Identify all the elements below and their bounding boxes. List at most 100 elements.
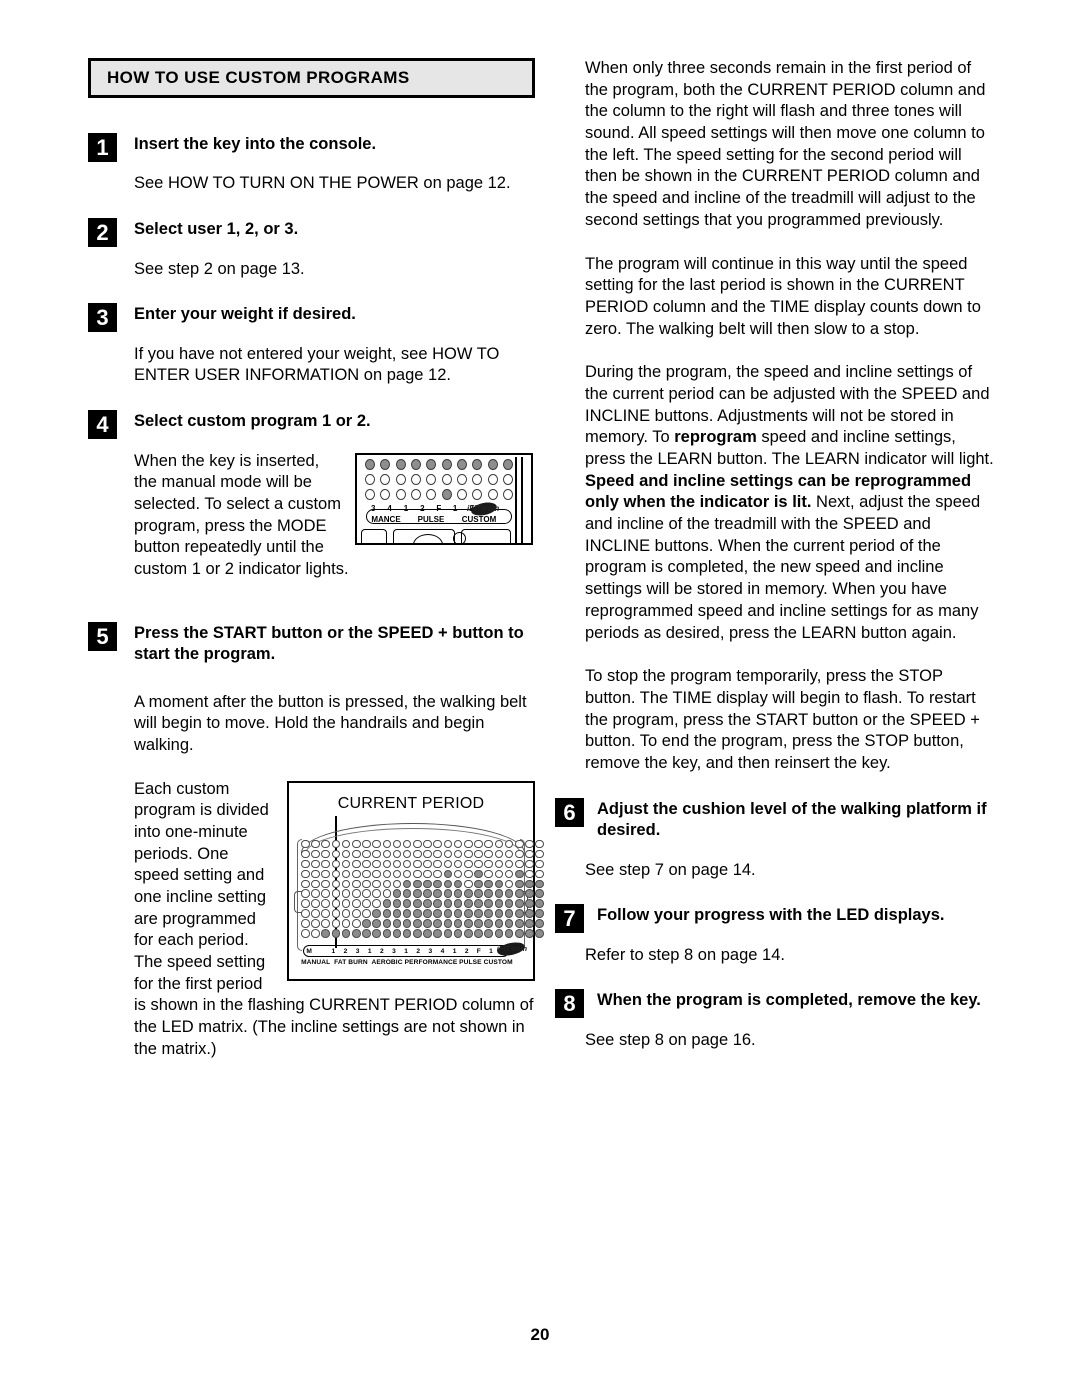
matrix-led bbox=[535, 889, 544, 899]
matrix-col-num: 2 bbox=[379, 947, 384, 955]
matrix-led bbox=[392, 839, 402, 849]
matrix-led-row bbox=[301, 869, 544, 879]
console-led bbox=[411, 488, 421, 500]
manual-page: HOW TO USE CUSTOM PROGRAMS 1 Insert the … bbox=[0, 0, 1080, 1397]
step-number-badge: 2 bbox=[88, 218, 117, 248]
matrix-led-row bbox=[301, 839, 544, 849]
matrix-led bbox=[484, 899, 493, 909]
matrix-led bbox=[321, 929, 330, 939]
matrix-led bbox=[372, 919, 381, 929]
matrix-led bbox=[372, 899, 381, 909]
matrix-col-num: 2 bbox=[343, 947, 348, 955]
matrix-led bbox=[474, 839, 483, 849]
matrix-led bbox=[504, 929, 514, 939]
matrix-led bbox=[423, 859, 432, 869]
console-led bbox=[487, 458, 498, 470]
matrix-led bbox=[494, 919, 504, 929]
matrix-led bbox=[372, 929, 381, 939]
matrix-led bbox=[494, 869, 504, 879]
step-6-body: See step 7 on page 14. bbox=[585, 860, 756, 879]
step-2: 2 Select user 1, 2, or 3. bbox=[88, 217, 535, 248]
section-header-bar: HOW TO USE CUSTOM PROGRAMS bbox=[88, 58, 535, 98]
matrix-led bbox=[514, 909, 524, 919]
console-led bbox=[457, 458, 468, 470]
step-3-body: If you have not entered your weight, see… bbox=[134, 344, 500, 385]
matrix-led bbox=[321, 899, 330, 909]
matrix-col-num: 1 bbox=[404, 947, 408, 955]
matrix-col-num: 3 bbox=[428, 947, 433, 955]
matrix-led bbox=[514, 859, 524, 869]
matrix-led bbox=[382, 889, 392, 899]
matrix-led bbox=[494, 899, 504, 909]
matrix-led bbox=[392, 919, 402, 929]
step-7-body: Refer to step 8 on page 14. bbox=[585, 945, 785, 964]
matrix-led bbox=[453, 899, 463, 909]
matrix-led bbox=[331, 859, 341, 869]
matrix-led bbox=[535, 879, 544, 889]
matrix-led bbox=[372, 839, 381, 849]
matrix-led bbox=[464, 859, 473, 869]
matrix-led bbox=[382, 899, 392, 909]
matrix-led bbox=[311, 899, 320, 909]
matrix-led bbox=[362, 899, 371, 909]
console-led bbox=[426, 488, 437, 500]
matrix-led bbox=[351, 919, 361, 929]
matrix-led bbox=[341, 849, 351, 859]
console-button-row bbox=[361, 527, 511, 543]
matrix-led bbox=[321, 849, 330, 859]
step-6-heading: Adjust the cushion level of the walking … bbox=[597, 799, 987, 840]
step-3-heading: Enter your weight if desired. bbox=[134, 305, 356, 324]
matrix-led bbox=[464, 879, 473, 889]
step-number-badge: 8 bbox=[555, 989, 584, 1019]
matrix-led bbox=[362, 839, 371, 849]
matrix-led bbox=[433, 849, 443, 859]
matrix-category: PERFORMANCE bbox=[404, 958, 458, 966]
ifit-logo-text: iFIT.com bbox=[467, 503, 500, 513]
matrix-led bbox=[443, 909, 453, 919]
matrix-category: PULSE bbox=[459, 958, 482, 966]
matrix-led bbox=[423, 919, 432, 929]
matrix-led bbox=[341, 929, 351, 939]
matrix-led bbox=[423, 879, 432, 889]
step-3: 3 Enter your weight if desired. bbox=[88, 302, 535, 333]
matrix-led bbox=[423, 849, 432, 859]
matrix-led bbox=[474, 929, 483, 939]
matrix-led bbox=[464, 889, 473, 899]
matrix-led bbox=[311, 889, 320, 899]
matrix-led bbox=[311, 879, 320, 889]
console-led bbox=[472, 473, 483, 485]
matrix-led bbox=[341, 839, 351, 849]
matrix-led bbox=[474, 859, 483, 869]
matrix-category: CUSTOM bbox=[483, 958, 513, 966]
matrix-col-num: 1 bbox=[452, 947, 457, 955]
matrix-led bbox=[331, 889, 341, 899]
led-matrix-frame: CURRENT PERIOD M 1 2 3 1 2 3 1 2 3 4 1 2… bbox=[287, 780, 544, 981]
matrix-led bbox=[392, 859, 402, 869]
step-8: 8 When the program is completed, remove … bbox=[555, 988, 995, 1019]
matrix-led bbox=[392, 879, 402, 889]
matrix-led bbox=[504, 869, 514, 879]
matrix-led bbox=[443, 839, 453, 849]
matrix-led bbox=[413, 849, 422, 859]
led-matrix-illustration: CURRENT PERIOD M 1 2 3 1 2 3 1 2 3 4 1 2… bbox=[287, 780, 544, 981]
matrix-led bbox=[504, 919, 514, 929]
matrix-led bbox=[413, 869, 422, 879]
matrix-led bbox=[484, 889, 493, 899]
matrix-led bbox=[474, 869, 483, 879]
matrix-led-row bbox=[301, 859, 544, 869]
matrix-led bbox=[362, 909, 371, 919]
matrix-category: MANUAL bbox=[301, 958, 331, 966]
matrix-led bbox=[514, 869, 524, 879]
matrix-led bbox=[321, 879, 330, 889]
step-7-heading: Follow your progress with the LED displa… bbox=[597, 906, 945, 925]
matrix-led bbox=[453, 849, 463, 859]
matrix-led bbox=[311, 919, 320, 929]
console-led bbox=[441, 458, 452, 470]
matrix-led bbox=[474, 879, 483, 889]
matrix-led bbox=[514, 889, 524, 899]
matrix-led bbox=[311, 859, 320, 869]
matrix-led bbox=[413, 839, 422, 849]
matrix-led bbox=[402, 919, 412, 929]
matrix-led bbox=[301, 839, 310, 849]
matrix-led bbox=[351, 879, 361, 889]
